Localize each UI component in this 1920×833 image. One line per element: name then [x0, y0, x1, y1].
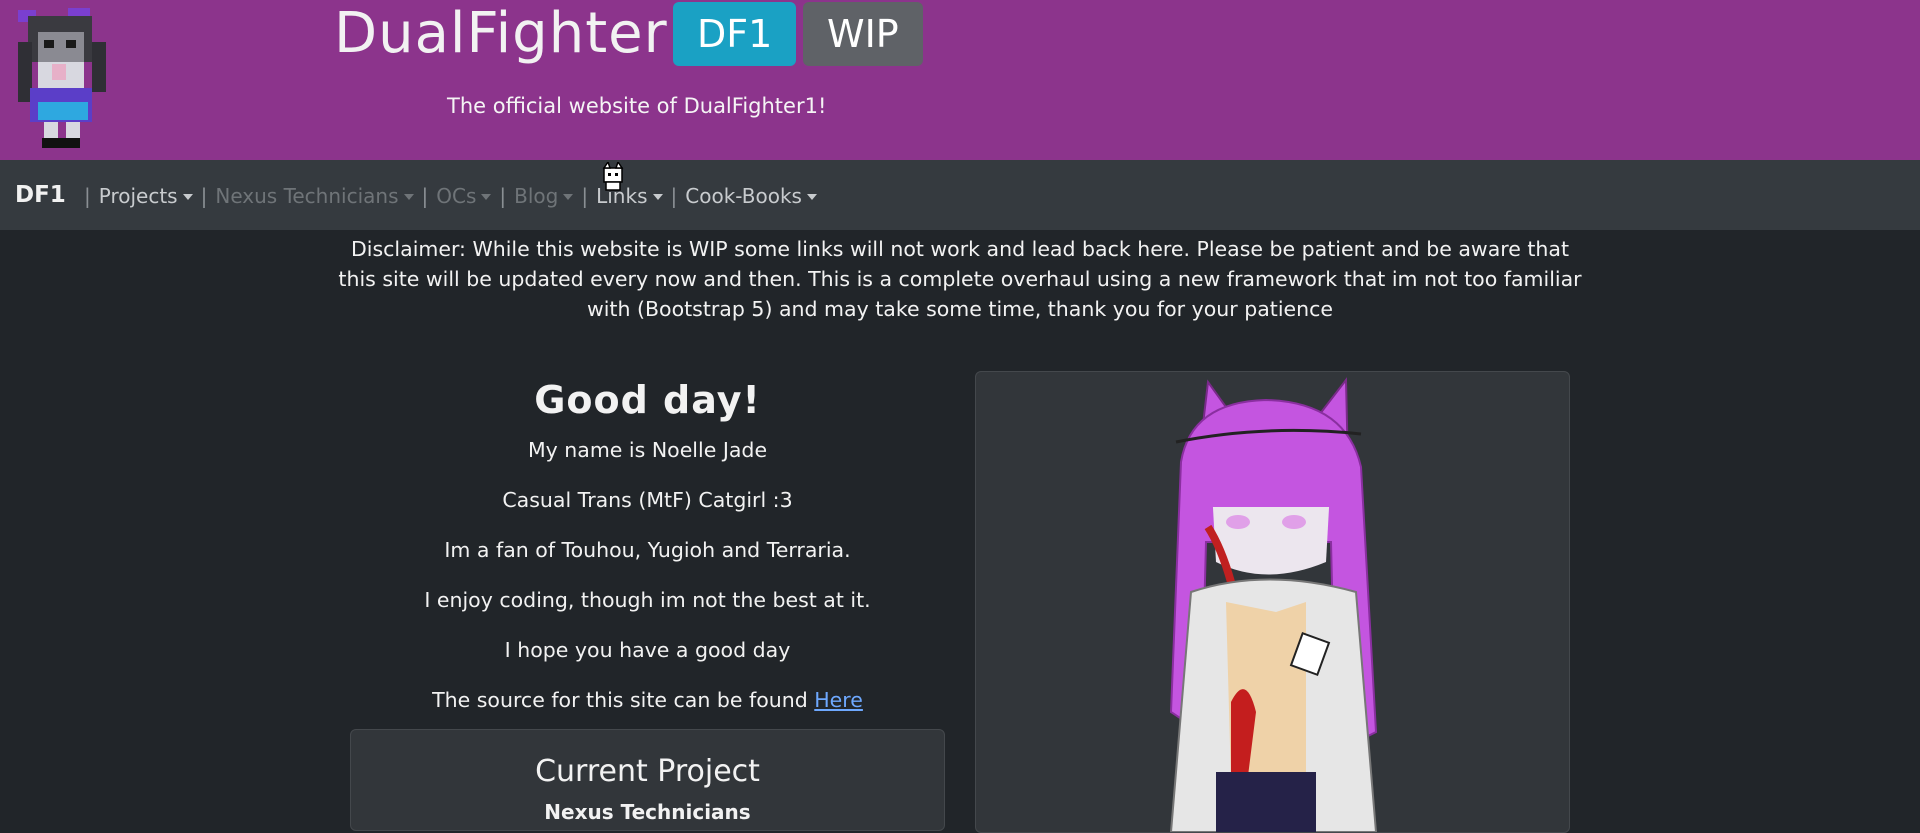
source-link[interactable]: Here: [814, 688, 863, 712]
caret-down-icon: [403, 194, 414, 200]
source-line: The source for this site can be found He…: [350, 675, 945, 725]
site-tagline: The official website of DualFighter1!: [447, 94, 827, 118]
nav-dropdown-ocs[interactable]: OCs: [436, 184, 492, 208]
nav-dropdown-cook-books[interactable]: Cook-Books: [685, 184, 817, 208]
navbar: DF1 | Projects | Nexus Technicians | OCs…: [0, 160, 1920, 230]
nav-label-blog: Blog: [514, 184, 559, 208]
intro-line: My name is Noelle Jade: [527, 438, 768, 462]
navbar-brand[interactable]: DF1: [15, 182, 66, 208]
caret-down-icon: [182, 194, 193, 200]
df1-badge: DF1: [673, 2, 797, 66]
nav-dropdown-projects[interactable]: Projects: [99, 184, 193, 208]
site-header: DualFighter1 DF1 WIP The official websit…: [0, 0, 1920, 160]
nav-separator: |: [421, 184, 429, 208]
nav-label-projects: Projects: [98, 184, 178, 208]
site-title: DualFighter1: [334, 1, 705, 66]
pixel-avatar-image: [18, 8, 106, 148]
disclaimer-text: Disclaimer: While this website is WIP so…: [338, 237, 1582, 321]
navbar-items: | Projects | Nexus Technicians | OCs | B…: [76, 184, 817, 208]
nav-separator: |: [200, 184, 208, 208]
current-project-title: Current Project: [535, 754, 760, 789]
current-project-name[interactable]: Nexus Technicians: [351, 800, 944, 824]
nav-label-cook-books: Cook-Books: [685, 184, 802, 208]
character-illustration: [1169, 377, 1378, 832]
current-project-card: Current Project Nexus Technicians: [350, 729, 945, 831]
nav-separator: |: [499, 184, 507, 208]
caret-down-icon: [652, 194, 663, 200]
greeting-heading: Good day!: [534, 378, 761, 422]
character-art-card: [975, 371, 1570, 833]
nav-dropdown-blog[interactable]: Blog: [514, 184, 574, 208]
intro-section: Good day! My name is Noelle Jade Casual …: [350, 375, 945, 725]
nav-dropdown-nexus-technicians[interactable]: Nexus Technicians: [215, 184, 414, 208]
source-text: The source for this site can be found: [432, 688, 815, 712]
nav-separator: |: [670, 184, 678, 208]
wip-badge: WIP: [803, 2, 923, 66]
caret-down-icon: [481, 194, 492, 200]
cat-cursor-icon: [602, 162, 624, 191]
nav-separator: |: [581, 184, 589, 208]
nav-label-ocs: OCs: [436, 184, 477, 208]
nav-label-nexus-technicians: Nexus Technicians: [215, 184, 399, 208]
intro-line: Im a fan of Touhou, Yugioh and Terraria.: [444, 538, 851, 562]
intro-line: Casual Trans (MtF) Catgirl :3: [502, 488, 793, 512]
nav-separator: |: [84, 184, 91, 208]
intro-line: I hope you have a good day: [504, 638, 791, 662]
caret-down-icon: [563, 194, 574, 200]
intro-line: I enjoy coding, though im not the best a…: [424, 588, 871, 612]
caret-down-icon: [806, 194, 817, 200]
